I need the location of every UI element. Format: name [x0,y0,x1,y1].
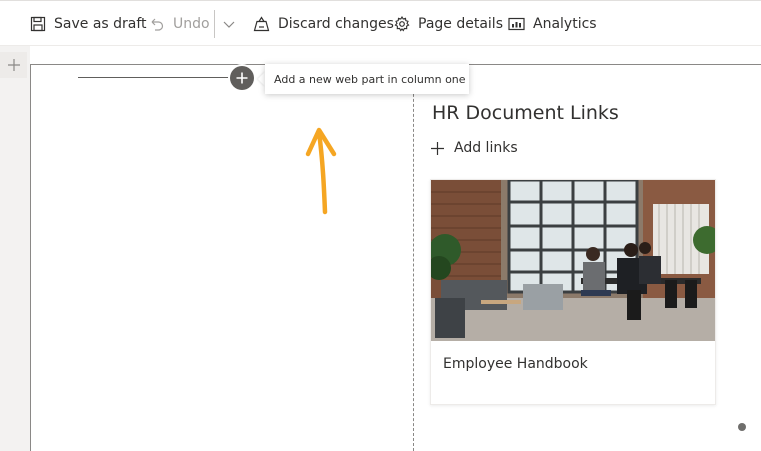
insert-web-part-line [78,77,230,78]
plus-icon [236,72,248,84]
discard-icon [253,16,270,32]
left-rail [0,46,30,451]
scroll-indicator-dot [738,423,746,431]
command-bar: Save as draft Undo Discard changes Page … [0,0,761,46]
link-card[interactable]: Employee Handbook [430,179,716,405]
links-web-part-title: HR Document Links [432,102,619,124]
link-card-title: Employee Handbook [443,356,588,372]
plus-icon [431,141,444,155]
toolbar-separator [214,10,215,38]
tooltip-text: Add a new web part in column one [274,72,466,86]
discard-changes-button[interactable]: Discard changes [253,14,394,34]
analytics-label: Analytics [533,16,597,32]
column-divider [413,64,414,451]
analytics-icon [508,17,525,31]
undo-label: Undo [173,16,210,32]
annotation-arrow [305,127,337,215]
chevron-down-icon [223,21,235,28]
discard-changes-label: Discard changes [278,16,394,32]
add-links-label: Add links [454,140,518,156]
undo-icon [151,18,164,31]
undo-dropdown-button[interactable] [221,16,237,36]
page-details-button[interactable]: Page details [394,14,503,34]
analytics-button[interactable]: Analytics [508,14,597,34]
save-as-draft-label: Save as draft [54,16,147,32]
section-left-border [30,64,31,451]
save-icon [30,16,46,32]
add-links-button[interactable]: Add links [430,138,518,158]
tooltip: Add a new web part in column one [265,64,469,94]
add-web-part-button[interactable] [230,66,254,90]
plus-icon [7,59,20,71]
gear-icon [394,16,410,32]
top-divider [0,0,761,1]
office-meeting-image [431,180,715,341]
add-section-button[interactable] [0,52,27,78]
page-details-label: Page details [418,16,503,32]
undo-button[interactable]: Undo [149,14,210,34]
save-as-draft-button[interactable]: Save as draft [30,14,147,34]
